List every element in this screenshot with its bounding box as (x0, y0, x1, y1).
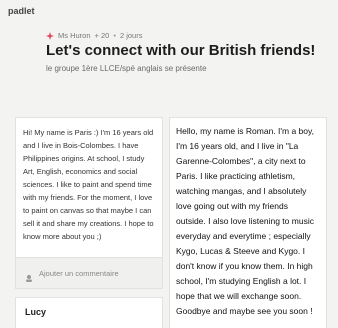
contributors-count: + 20 (94, 31, 110, 40)
post-title: Lucy (25, 307, 47, 317)
comment-avatar-icon (25, 269, 33, 282)
post-card-lucy[interactable]: Lucy (16, 298, 162, 328)
author-name[interactable]: Ms Huron (58, 31, 91, 40)
page-subtitle: le groupe 1ère LLCE/spé anglais se prése… (46, 64, 207, 73)
page-title: Let's connect with our British friends! (46, 42, 316, 59)
post-card-roman[interactable]: Hello, my name is Roman. I'm a boy, I'm … (170, 118, 326, 328)
author-avatar-icon (46, 31, 54, 40)
app-brand[interactable]: padlet (8, 6, 35, 16)
time-ago: 2 jours (119, 31, 143, 40)
post-body: Hello, my name is Roman. I'm a boy, I'm … (176, 126, 314, 316)
meta-separator: • (113, 31, 116, 40)
post-body: Hi! My name is Paris :) I'm 16 years old… (23, 128, 154, 241)
add-comment-input[interactable]: Ajouter un commentaire (39, 269, 119, 278)
post-card-paris[interactable]: Hi! My name is Paris :) I'm 16 years old… (16, 118, 162, 262)
post-meta: Ms Huron + 20 • 2 jours (46, 31, 142, 40)
add-comment-bar[interactable]: Ajouter un commentaire (16, 258, 162, 288)
